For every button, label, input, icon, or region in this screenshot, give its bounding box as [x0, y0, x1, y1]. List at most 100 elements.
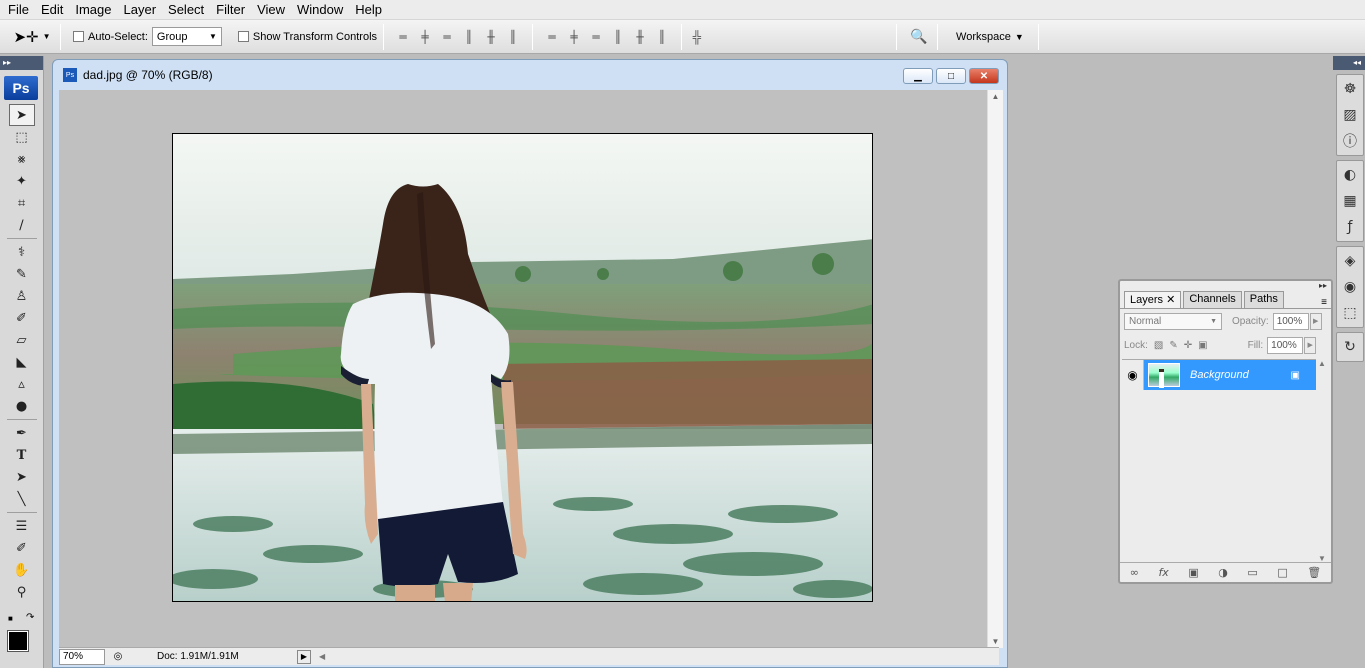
scroll-up-icon[interactable]: ▲	[992, 92, 1000, 101]
menu-file[interactable]: File	[2, 1, 35, 19]
layer-item-background[interactable]: Background ▣	[1144, 360, 1316, 390]
line-tool-icon[interactable]: ╲	[9, 488, 35, 510]
move-tool-icon[interactable]: ➤	[8, 104, 35, 126]
navigator-icon[interactable]: ☸	[1339, 78, 1361, 100]
layer-row[interactable]: ◉ Background ▣	[1122, 360, 1316, 390]
foreground-color-swatch[interactable]	[7, 630, 29, 652]
close-icon[interactable]: ✕	[1166, 294, 1175, 306]
fill-slider-arrow-icon[interactable]: ▶	[1304, 336, 1317, 354]
fx-icon[interactable]: fx	[1158, 566, 1168, 579]
fill-input[interactable]: 100%	[1267, 336, 1304, 354]
menu-select[interactable]: Select	[162, 1, 210, 19]
distribute-hcenter-icon[interactable]: ╫	[631, 28, 649, 46]
opacity-input[interactable]: 100%	[1272, 312, 1309, 330]
clone-stamp-tool-icon[interactable]: ♙	[9, 285, 35, 307]
path-selection-tool-icon[interactable]: ➤	[9, 466, 35, 488]
workspace-menu[interactable]: Workspace ▼	[956, 31, 1024, 43]
type-tool-icon[interactable]: T	[9, 444, 35, 466]
dodge-tool-icon[interactable]: ●	[9, 395, 35, 417]
scroll-down-icon[interactable]: ▼	[992, 637, 1000, 646]
histogram-icon[interactable]: ▨	[1339, 104, 1361, 126]
status-info-icon[interactable]: ◎	[109, 651, 127, 662]
align-top-icon[interactable]: ═	[394, 28, 412, 46]
auto-select-checkbox[interactable]: Auto-Select:	[73, 31, 148, 43]
align-hcenter-icon[interactable]: ╫	[482, 28, 500, 46]
paint-bucket-tool-icon[interactable]: ◣	[9, 351, 35, 373]
tab-paths[interactable]: Paths	[1243, 291, 1284, 308]
channels-icon[interactable]: ◉	[1339, 276, 1361, 298]
eye-icon[interactable]: ◉	[1122, 360, 1144, 390]
scroll-left-icon[interactable]: ◀	[319, 652, 325, 661]
tab-channels[interactable]: Channels	[1183, 291, 1242, 308]
history-brush-tool-icon[interactable]: ✐	[9, 307, 35, 329]
adjustment-layer-icon[interactable]: ◑	[1218, 566, 1228, 579]
lock-all-icon[interactable]: ▣	[1198, 340, 1207, 351]
auto-align-icon[interactable]: ╬	[688, 30, 706, 44]
menu-filter[interactable]: Filter	[210, 1, 251, 19]
align-vcenter-icon[interactable]: ╪	[416, 28, 434, 46]
menu-view[interactable]: View	[251, 1, 291, 19]
brush-tool-icon[interactable]: ✎	[9, 263, 35, 285]
magic-wand-tool-icon[interactable]: ✦	[9, 170, 35, 192]
lock-transparent-icon[interactable]: ▧	[1154, 340, 1163, 351]
status-menu-arrow-icon[interactable]: ▶	[297, 649, 311, 664]
document-title-bar[interactable]: Ps dad.jpg @ 70% (RGB/8)	[53, 60, 1007, 90]
align-right-icon[interactable]: ║	[504, 28, 522, 46]
blend-mode-dropdown[interactable]: Normal ▼	[1124, 312, 1222, 330]
align-bottom-icon[interactable]: ═	[438, 28, 456, 46]
layers-scrollbar[interactable]: ▲ ▼	[1315, 359, 1329, 563]
eraser-tool-icon[interactable]: ▱	[9, 329, 35, 351]
lasso-tool-icon[interactable]: ⨳	[9, 148, 35, 170]
swap-colors-icon[interactable]: ↷	[26, 612, 34, 623]
distribute-top-icon[interactable]: ═	[543, 28, 561, 46]
menu-layer[interactable]: Layer	[118, 1, 163, 19]
slice-tool-icon[interactable]: ∕	[9, 214, 35, 236]
new-layer-icon[interactable]: □	[1277, 566, 1287, 579]
marquee-tool-icon[interactable]: ⬚	[9, 126, 35, 148]
bridge-icon[interactable]: 🔍	[907, 26, 931, 48]
swatches-icon[interactable]: ▦	[1339, 190, 1361, 212]
color-palette-icon[interactable]: ◐	[1339, 164, 1361, 186]
distribute-right-icon[interactable]: ║	[653, 28, 671, 46]
healing-brush-tool-icon[interactable]: ⚕	[9, 241, 35, 263]
align-left-icon[interactable]: ║	[460, 28, 478, 46]
distribute-vcenter-icon[interactable]: ╪	[565, 28, 583, 46]
zoom-tool-icon[interactable]: ⚲	[9, 581, 35, 603]
new-group-icon[interactable]: ▭	[1247, 566, 1257, 579]
document-image[interactable]	[172, 133, 873, 602]
history-icon[interactable]: ↻	[1339, 336, 1361, 358]
maximize-button[interactable]: □	[936, 68, 966, 84]
auto-select-dropdown[interactable]: Group ▼	[151, 27, 222, 46]
info-icon[interactable]: ⓘ	[1339, 130, 1361, 152]
checkbox-box[interactable]	[73, 31, 84, 42]
zoom-level-field[interactable]: 70%	[59, 648, 105, 665]
blur-tool-icon[interactable]: ▵	[9, 373, 35, 395]
distribute-left-icon[interactable]: ║	[609, 28, 627, 46]
trash-icon[interactable]: 🗑	[1307, 566, 1321, 579]
layers-icon[interactable]: ◈	[1339, 250, 1361, 272]
menu-help[interactable]: Help	[349, 1, 388, 19]
hand-tool-icon[interactable]: ✋	[9, 559, 35, 581]
eyedropper-tool-icon[interactable]: ✐	[9, 537, 35, 559]
paths-icon[interactable]: ⬚	[1339, 302, 1361, 324]
close-button[interactable]: ✕	[969, 68, 999, 84]
crop-tool-icon[interactable]: ⌗	[9, 192, 35, 214]
scroll-up-icon[interactable]: ▲	[1318, 359, 1326, 368]
lock-position-icon[interactable]: ✛	[1184, 340, 1192, 351]
link-layers-icon[interactable]: ∞	[1130, 566, 1139, 579]
ps-logo[interactable]: Ps	[4, 76, 38, 100]
dock-header[interactable]: ◂◂	[1333, 56, 1365, 70]
panel-menu-icon[interactable]: ≡	[1321, 297, 1327, 308]
opacity-slider-arrow-icon[interactable]: ▶	[1309, 312, 1322, 330]
tool-preset-picker[interactable]: ➤✛ ▼	[10, 22, 54, 52]
menu-image[interactable]: Image	[69, 1, 117, 19]
notes-tool-icon[interactable]: ☰	[9, 515, 35, 537]
show-transform-checkbox[interactable]: Show Transform Controls	[237, 31, 377, 43]
menu-edit[interactable]: Edit	[35, 1, 69, 19]
pen-tool-icon[interactable]: ✒	[9, 422, 35, 444]
lock-image-icon[interactable]: ✎	[1169, 340, 1177, 351]
minimize-button[interactable]: ▁	[903, 68, 933, 84]
styles-icon[interactable]: ƒ	[1339, 216, 1361, 238]
tab-layers[interactable]: Layers ✕	[1124, 291, 1182, 308]
menu-window[interactable]: Window	[291, 1, 349, 19]
